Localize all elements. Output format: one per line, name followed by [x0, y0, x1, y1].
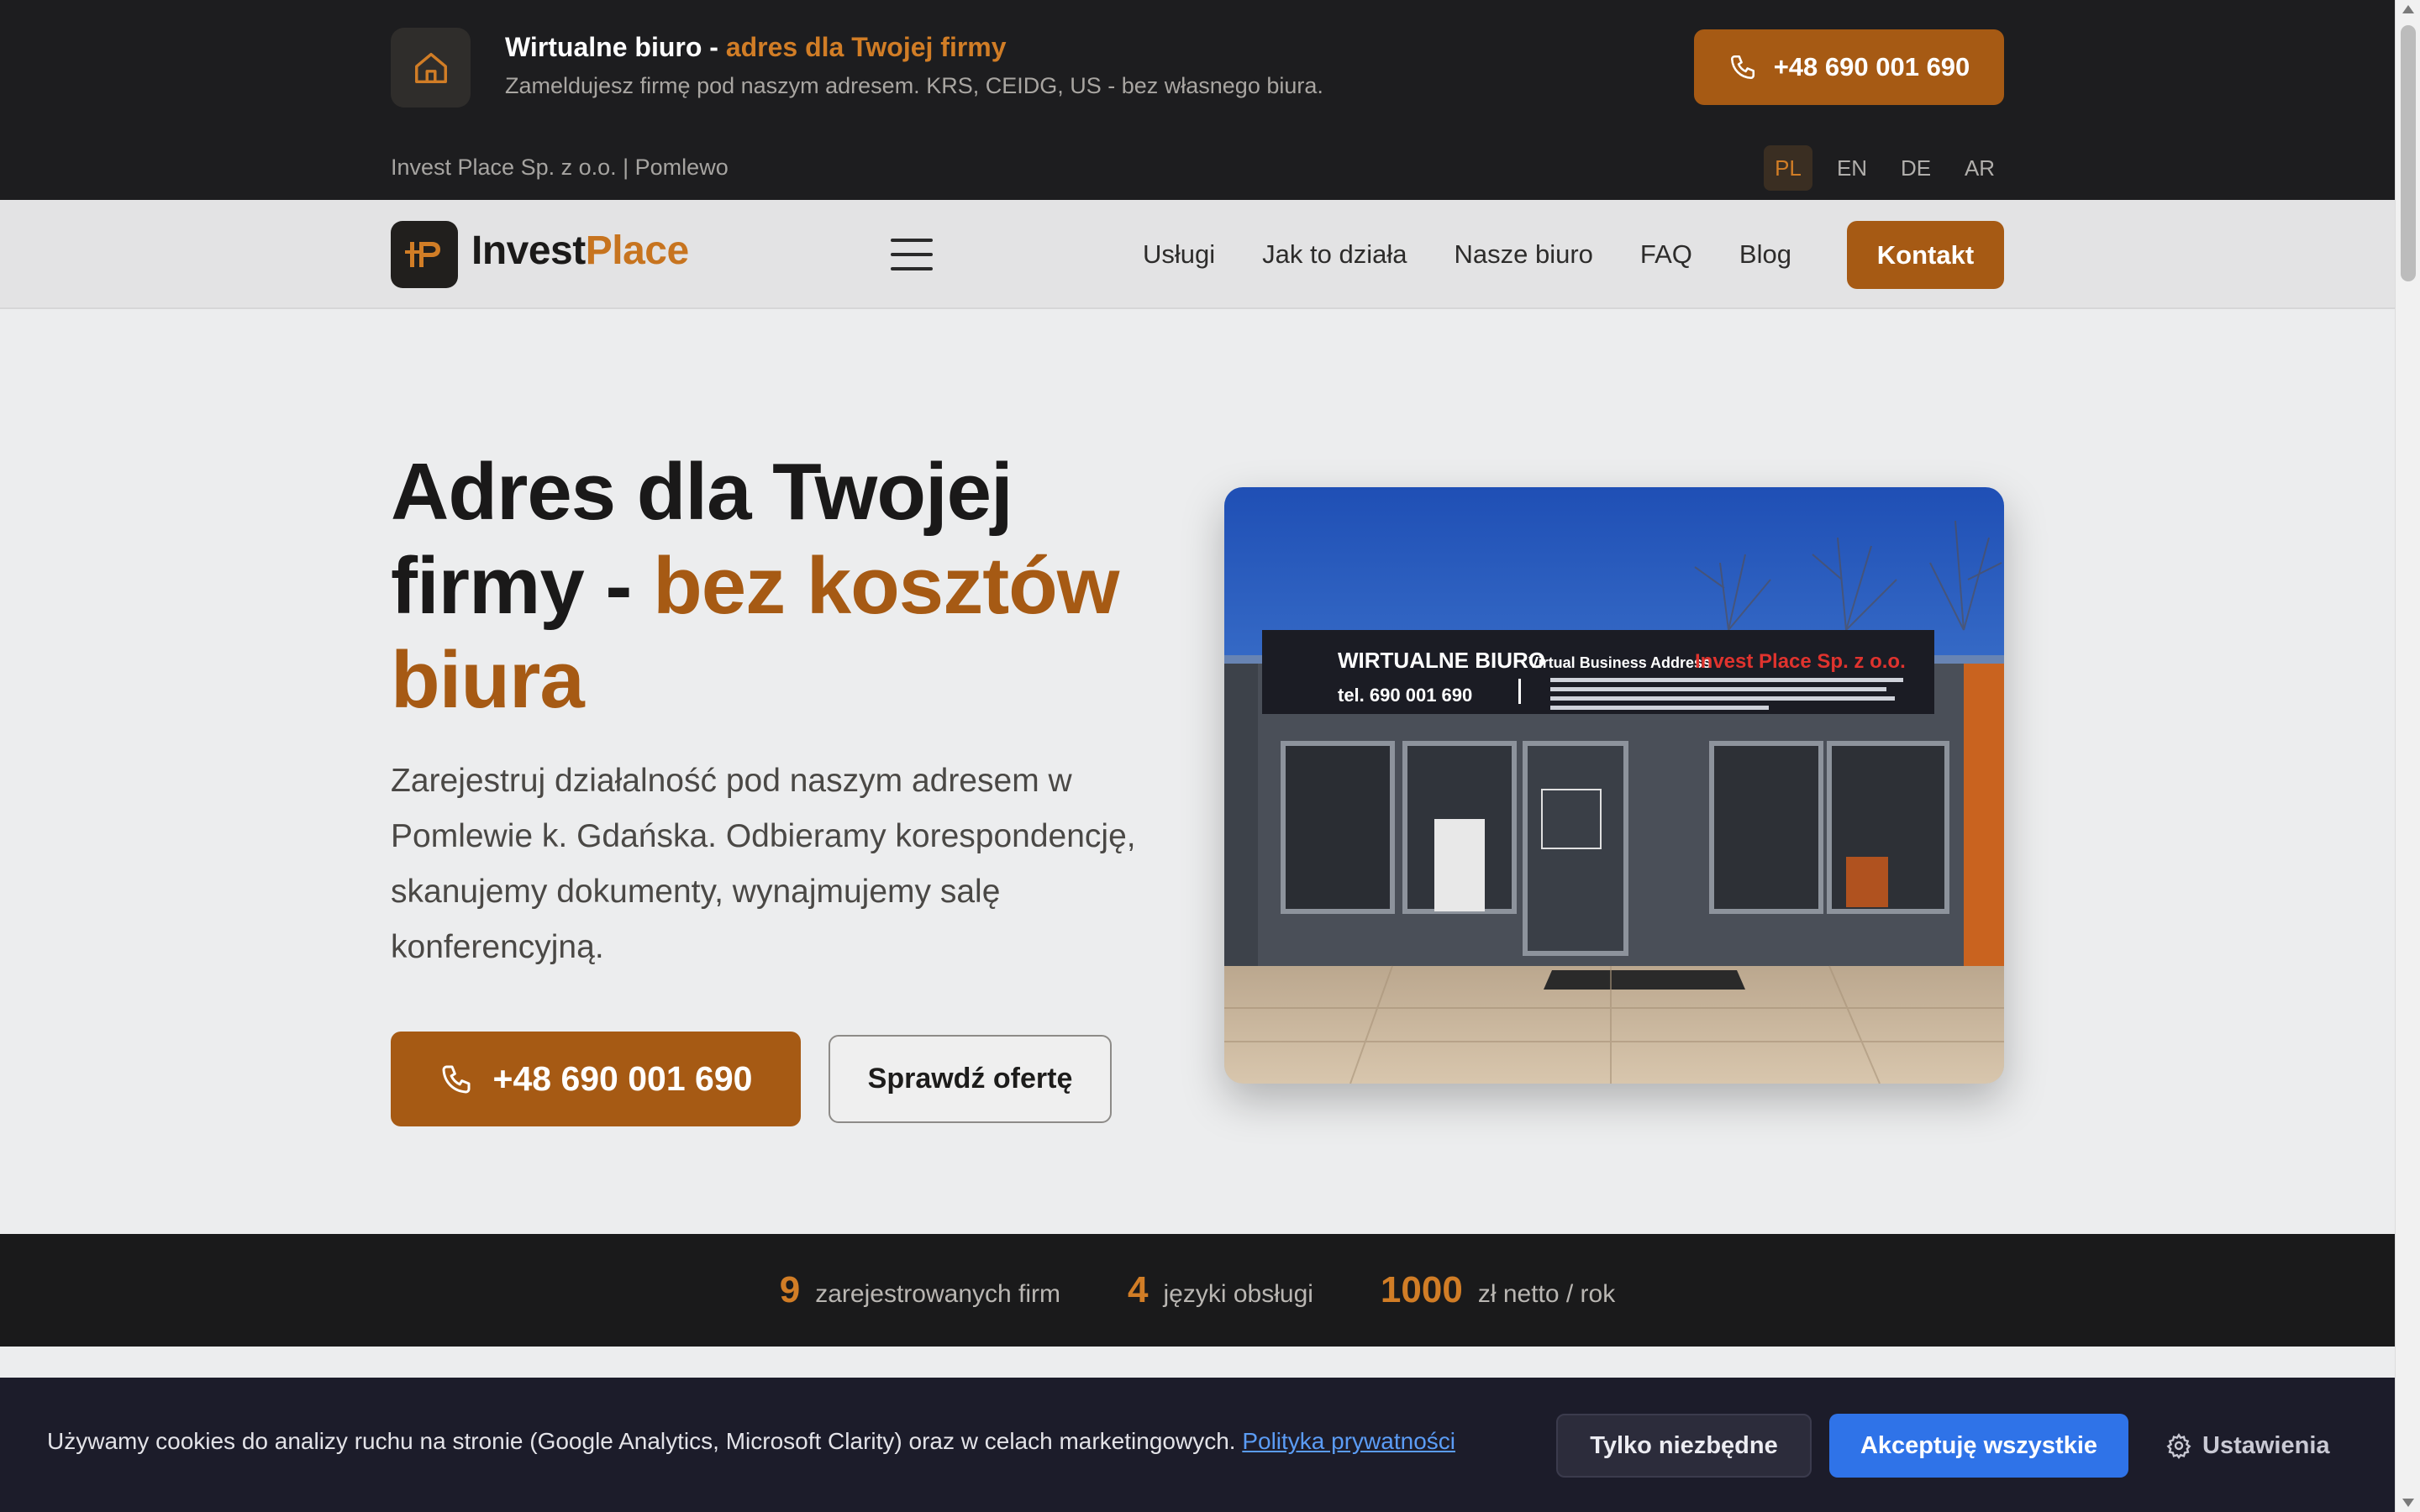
nav-link-uslugi[interactable]: Usługi	[1143, 239, 1215, 270]
hero-phone-button[interactable]: +48 690 001 690	[391, 1032, 801, 1126]
topbar-title-text: Wirtualne biuro -	[505, 32, 726, 62]
language-switcher: PL EN DE AR	[1764, 145, 2004, 191]
cookie-banner: Używamy cookies do analizy ruchu na stro…	[0, 1378, 2395, 1512]
stat-value: 9	[779, 1269, 801, 1310]
nav-link-faq[interactable]: FAQ	[1640, 239, 1692, 270]
contact-button[interactable]: Kontakt	[1847, 221, 2004, 289]
logo-text-accent: Place	[585, 228, 689, 273]
stat-languages: 4 języki obsługi	[1128, 1269, 1313, 1311]
privacy-policy-link[interactable]: Polityka prywatności	[1242, 1428, 1455, 1454]
stat-value: 4	[1128, 1269, 1149, 1310]
topbar-phone-label: +48 690 001 690	[1773, 52, 1970, 81]
phone-icon	[1730, 55, 1754, 80]
lang-de[interactable]: DE	[1891, 145, 1940, 191]
stat-value: 1000	[1380, 1269, 1463, 1310]
essential-only-button[interactable]: Tylko niezbędne	[1556, 1414, 1812, 1478]
hero-title: Adres dla Twojej firmy - bez kosztów biu…	[391, 445, 1147, 727]
nav-link-blog[interactable]: Blog	[1739, 239, 1791, 270]
sign-title: WIRTUALNE BIURO	[1338, 648, 1545, 673]
nav-links: Usługi Jak to działa Nasze biuro FAQ Blo…	[1143, 200, 1839, 309]
scrollbar-thumb[interactable]	[2401, 25, 2416, 281]
lang-pl[interactable]: PL	[1764, 145, 1812, 191]
scroll-up-arrow-icon[interactable]	[2402, 5, 2414, 13]
cookie-message: Używamy cookies do analizy ruchu na stro…	[47, 1428, 1236, 1454]
phone-icon	[442, 1065, 471, 1093]
stats-bar: 9 zarejestrowanych firm 4 języki obsługi…	[0, 1234, 2395, 1347]
sign-brand: Invest Place Sp. z o.o.	[1695, 650, 1906, 673]
page: Wirtualne biuro - adres dla Twojej firmy…	[0, 0, 2395, 1512]
company-info: Invest Place Sp. z o.o. | Pomlewo	[391, 155, 729, 180]
home-icon	[391, 28, 471, 108]
main-nav: InvestPlace Usługi Jak to działa Nasze b…	[0, 200, 2395, 309]
cookie-settings-label: Ustawienia	[2202, 1431, 2330, 1459]
stat-label: języki obsługi	[1163, 1280, 1313, 1308]
hero-title-line1: Adres dla Twojej	[391, 447, 1013, 537]
sign-phone: tel. 690 001 690	[1338, 685, 1472, 706]
lang-en[interactable]: EN	[1828, 145, 1876, 191]
logo-icon[interactable]	[391, 221, 458, 288]
scrollbar[interactable]	[2395, 0, 2420, 1512]
top-info-bar: Wirtualne biuro - adres dla Twojej firmy…	[0, 0, 2395, 200]
lang-ar[interactable]: AR	[1955, 145, 2004, 191]
stat-label: zarejestrowanych firm	[815, 1280, 1061, 1308]
logo-text: Invest	[471, 228, 586, 273]
gear-icon	[2166, 1433, 2191, 1459]
cookie-settings-button[interactable]: Ustawienia	[2165, 1414, 2330, 1478]
topbar-title-accent: adres dla Twojej firmy	[725, 32, 1007, 62]
cookie-text: Używamy cookies do analizy ruchu na stro…	[47, 1428, 1455, 1455]
hamburger-menu-icon[interactable]	[891, 239, 933, 270]
scroll-down-arrow-icon[interactable]	[2402, 1499, 2414, 1507]
hero-title-line2: firmy -	[391, 541, 654, 631]
nav-link-nasze-biuro[interactable]: Nasze biuro	[1454, 239, 1592, 270]
stat-price: 1000 zł netto / rok	[1381, 1269, 1615, 1311]
sign-subtitle: Virtual Business Address	[1528, 654, 1711, 671]
topbar-phone-button[interactable]: +48 690 001 690	[1694, 29, 2004, 105]
office-photo: WIRTUALNE BIURO Virtual Business Address…	[1224, 487, 2004, 1084]
check-offer-button[interactable]: Sprawdź ofertę	[829, 1035, 1112, 1123]
topbar-subtitle: Zameldujesz firmę pod naszym adresem. KR…	[505, 73, 1323, 98]
stat-companies: 9 zarejestrowanych firm	[780, 1269, 1060, 1311]
topbar-title: Wirtualne biuro - adres dla Twojej firmy	[505, 32, 1007, 63]
hero-phone-label: +48 690 001 690	[492, 1059, 753, 1098]
accept-all-button[interactable]: Akceptuję wszystkie	[1829, 1414, 2128, 1478]
nav-link-jak-to-dziala[interactable]: Jak to działa	[1262, 239, 1407, 270]
hero-description: Zarejestruj działalność pod naszym adres…	[391, 763, 1136, 965]
logo-wordmark[interactable]: InvestPlace	[471, 228, 689, 274]
stat-label: zł netto / rok	[1477, 1280, 1616, 1308]
